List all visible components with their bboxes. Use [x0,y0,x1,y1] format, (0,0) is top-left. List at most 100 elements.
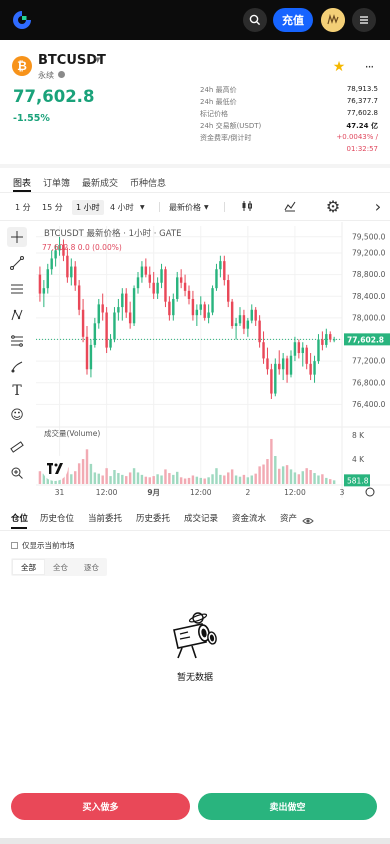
filter-all[interactable]: 全部 [12,559,45,575]
candle-body [234,323,238,326]
reset-time-icon[interactable] [365,487,375,497]
volume-bar [219,474,222,484]
candle-body [329,334,332,340]
candle-body [50,258,53,270]
tab-funding-flow[interactable]: 资金流水 [232,512,266,524]
candle-body [266,358,269,370]
volume-bar [125,476,128,484]
interval-1h[interactable]: 1 小时 [72,200,104,215]
interval-caret-icon[interactable]: ▼ [140,204,145,211]
settings-gear-icon[interactable]: ⚙ [326,197,340,216]
sell-short-button[interactable]: 卖出做空 [198,793,377,820]
volume-bar [289,469,293,484]
empty-state-illustration [168,608,220,660]
current-market-checkbox[interactable] [11,542,18,549]
candle-body [270,369,273,394]
volume-bar [274,456,277,484]
more-icon[interactable]: ··· [360,58,378,76]
y-tick-label: 78,400.0 [352,292,386,301]
tradingview-logo [42,455,68,481]
search-button[interactable] [243,8,267,32]
volume-label: 成交量(Volume) [44,429,101,438]
buy-long-button[interactable]: 买入做多 [11,793,190,820]
volume-bar [81,459,85,484]
text-tool-icon[interactable]: T [7,381,27,401]
chevron-down-icon[interactable]: ▼ [95,56,100,64]
last-price-tag-label: 77,602.8 [347,335,384,344]
candle-body [156,282,159,294]
eye-icon[interactable] [302,512,314,524]
last-price: 77,602.8 [13,87,95,106]
candle-body [128,312,132,324]
volume-bar [281,466,285,484]
volume-bar [297,474,301,484]
crosshair-icon[interactable] [7,227,27,247]
favorite-star-icon[interactable]: ★ [330,58,348,76]
candle-body [289,355,293,375]
tab-chart[interactable]: 图表 [13,176,31,189]
tab-assets[interactable]: 资产 [280,512,297,524]
tab-trade-records[interactable]: 成交记录 [184,512,218,524]
drawing-toolbar: T ☺ [0,222,36,485]
change-percent: -1.55% [13,113,50,124]
tab-orderbook[interactable]: 订单簿 [43,176,70,189]
candle-body [191,298,195,316]
candle-body [152,282,155,294]
chevron-right-icon[interactable]: › [372,197,384,216]
zoom-in-icon[interactable] [7,463,27,483]
y-tick-label: 78,000.0 [352,313,386,322]
candle-body [89,344,93,370]
candle-body [70,266,73,278]
section-divider [0,164,390,168]
volume-bar [128,472,132,484]
candle-body [109,339,112,348]
pattern-icon[interactable] [7,305,27,325]
candle-body [281,358,285,370]
candle-body [74,266,77,286]
emoji-icon[interactable]: ☺ [7,405,27,425]
indicators-icon[interactable] [284,200,296,212]
price-mode-caret-icon[interactable]: ▼ [204,204,209,211]
trend-line-icon[interactable] [7,253,27,273]
volume-bar [293,472,297,484]
candle-type-icon[interactable] [241,200,253,212]
price-mode-select[interactable]: 最新价格 [169,202,201,213]
interval-15m[interactable]: 15 分 [42,202,63,213]
contract-type: 永续 [38,71,54,80]
info-icon[interactable] [58,71,65,78]
deposit-button[interactable]: 充值 [273,8,313,32]
volume-bar [156,474,159,484]
ruler-icon[interactable] [7,437,27,457]
interval-4h[interactable]: 4 小时 [110,202,134,213]
interval-1m[interactable]: 1 分 [15,202,31,213]
tabs-divider [0,192,390,193]
menu-button[interactable] [352,8,376,32]
volume-bar [144,476,148,484]
candle-body [309,363,312,375]
price-chart[interactable]: 79,500.0 79,200.0 78,800.0 78,400.0 78,000.0… [36,222,390,498]
candle-body [254,309,257,321]
volume-bar [266,459,269,484]
filter-cross[interactable]: 全仓 [45,558,76,576]
fib-retracement-icon[interactable] [7,331,27,351]
tab-coin-info[interactable]: 币种信息 [130,176,166,189]
stat-value-mark: 77,602.8 [346,109,378,117]
last-volume-tag-label: 581.8 [347,476,369,485]
brush-icon[interactable] [7,357,27,377]
tab-recent-trades[interactable]: 最新成交 [82,176,118,189]
positions-divider [0,530,390,531]
tab-positions[interactable]: 仓位 [11,512,28,524]
tab-open-orders[interactable]: 当前委托 [88,512,122,524]
horizontal-lines-icon[interactable] [7,279,27,299]
avatar[interactable] [321,8,345,32]
stat-value-funding: +0.0043% / [336,133,378,141]
volume-bar [254,473,257,484]
volume-bar [227,472,230,484]
volume-bar [113,470,116,484]
filter-isolated[interactable]: 逐仓 [76,558,107,576]
tab-order-history[interactable]: 历史委托 [136,512,170,524]
app-logo[interactable] [11,9,33,31]
tab-position-history[interactable]: 历史仓位 [40,512,74,524]
current-market-label[interactable]: 仅显示当前市场 [22,540,75,551]
volume-bar [203,478,206,484]
